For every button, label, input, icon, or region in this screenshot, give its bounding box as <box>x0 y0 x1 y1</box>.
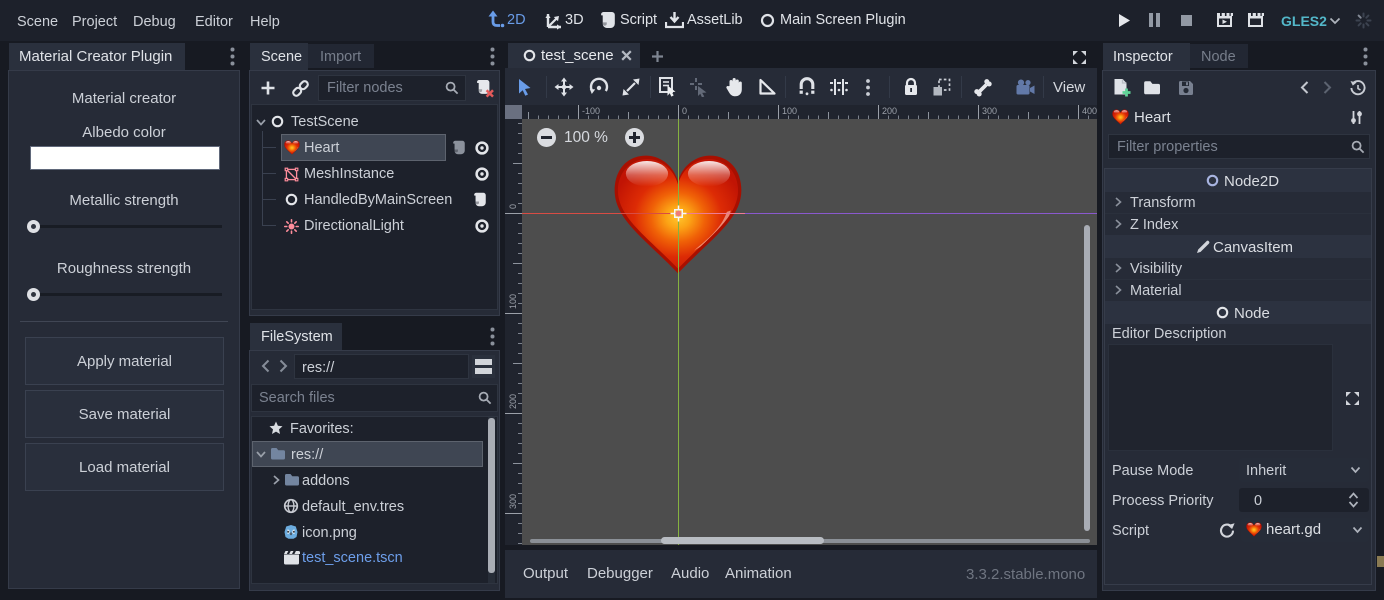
svg-text:0: 0 <box>682 106 687 116</box>
svg-text:400: 400 <box>1082 106 1097 116</box>
svg-text:0: 0 <box>508 204 518 209</box>
svg-text:300: 300 <box>982 106 997 116</box>
svg-text:200: 200 <box>882 106 897 116</box>
svg-text:300: 300 <box>508 494 518 509</box>
svg-text:200: 200 <box>508 394 518 409</box>
svg-text:100: 100 <box>508 294 518 309</box>
svg-text:-100: -100 <box>582 106 600 116</box>
svg-text:100: 100 <box>782 106 797 116</box>
